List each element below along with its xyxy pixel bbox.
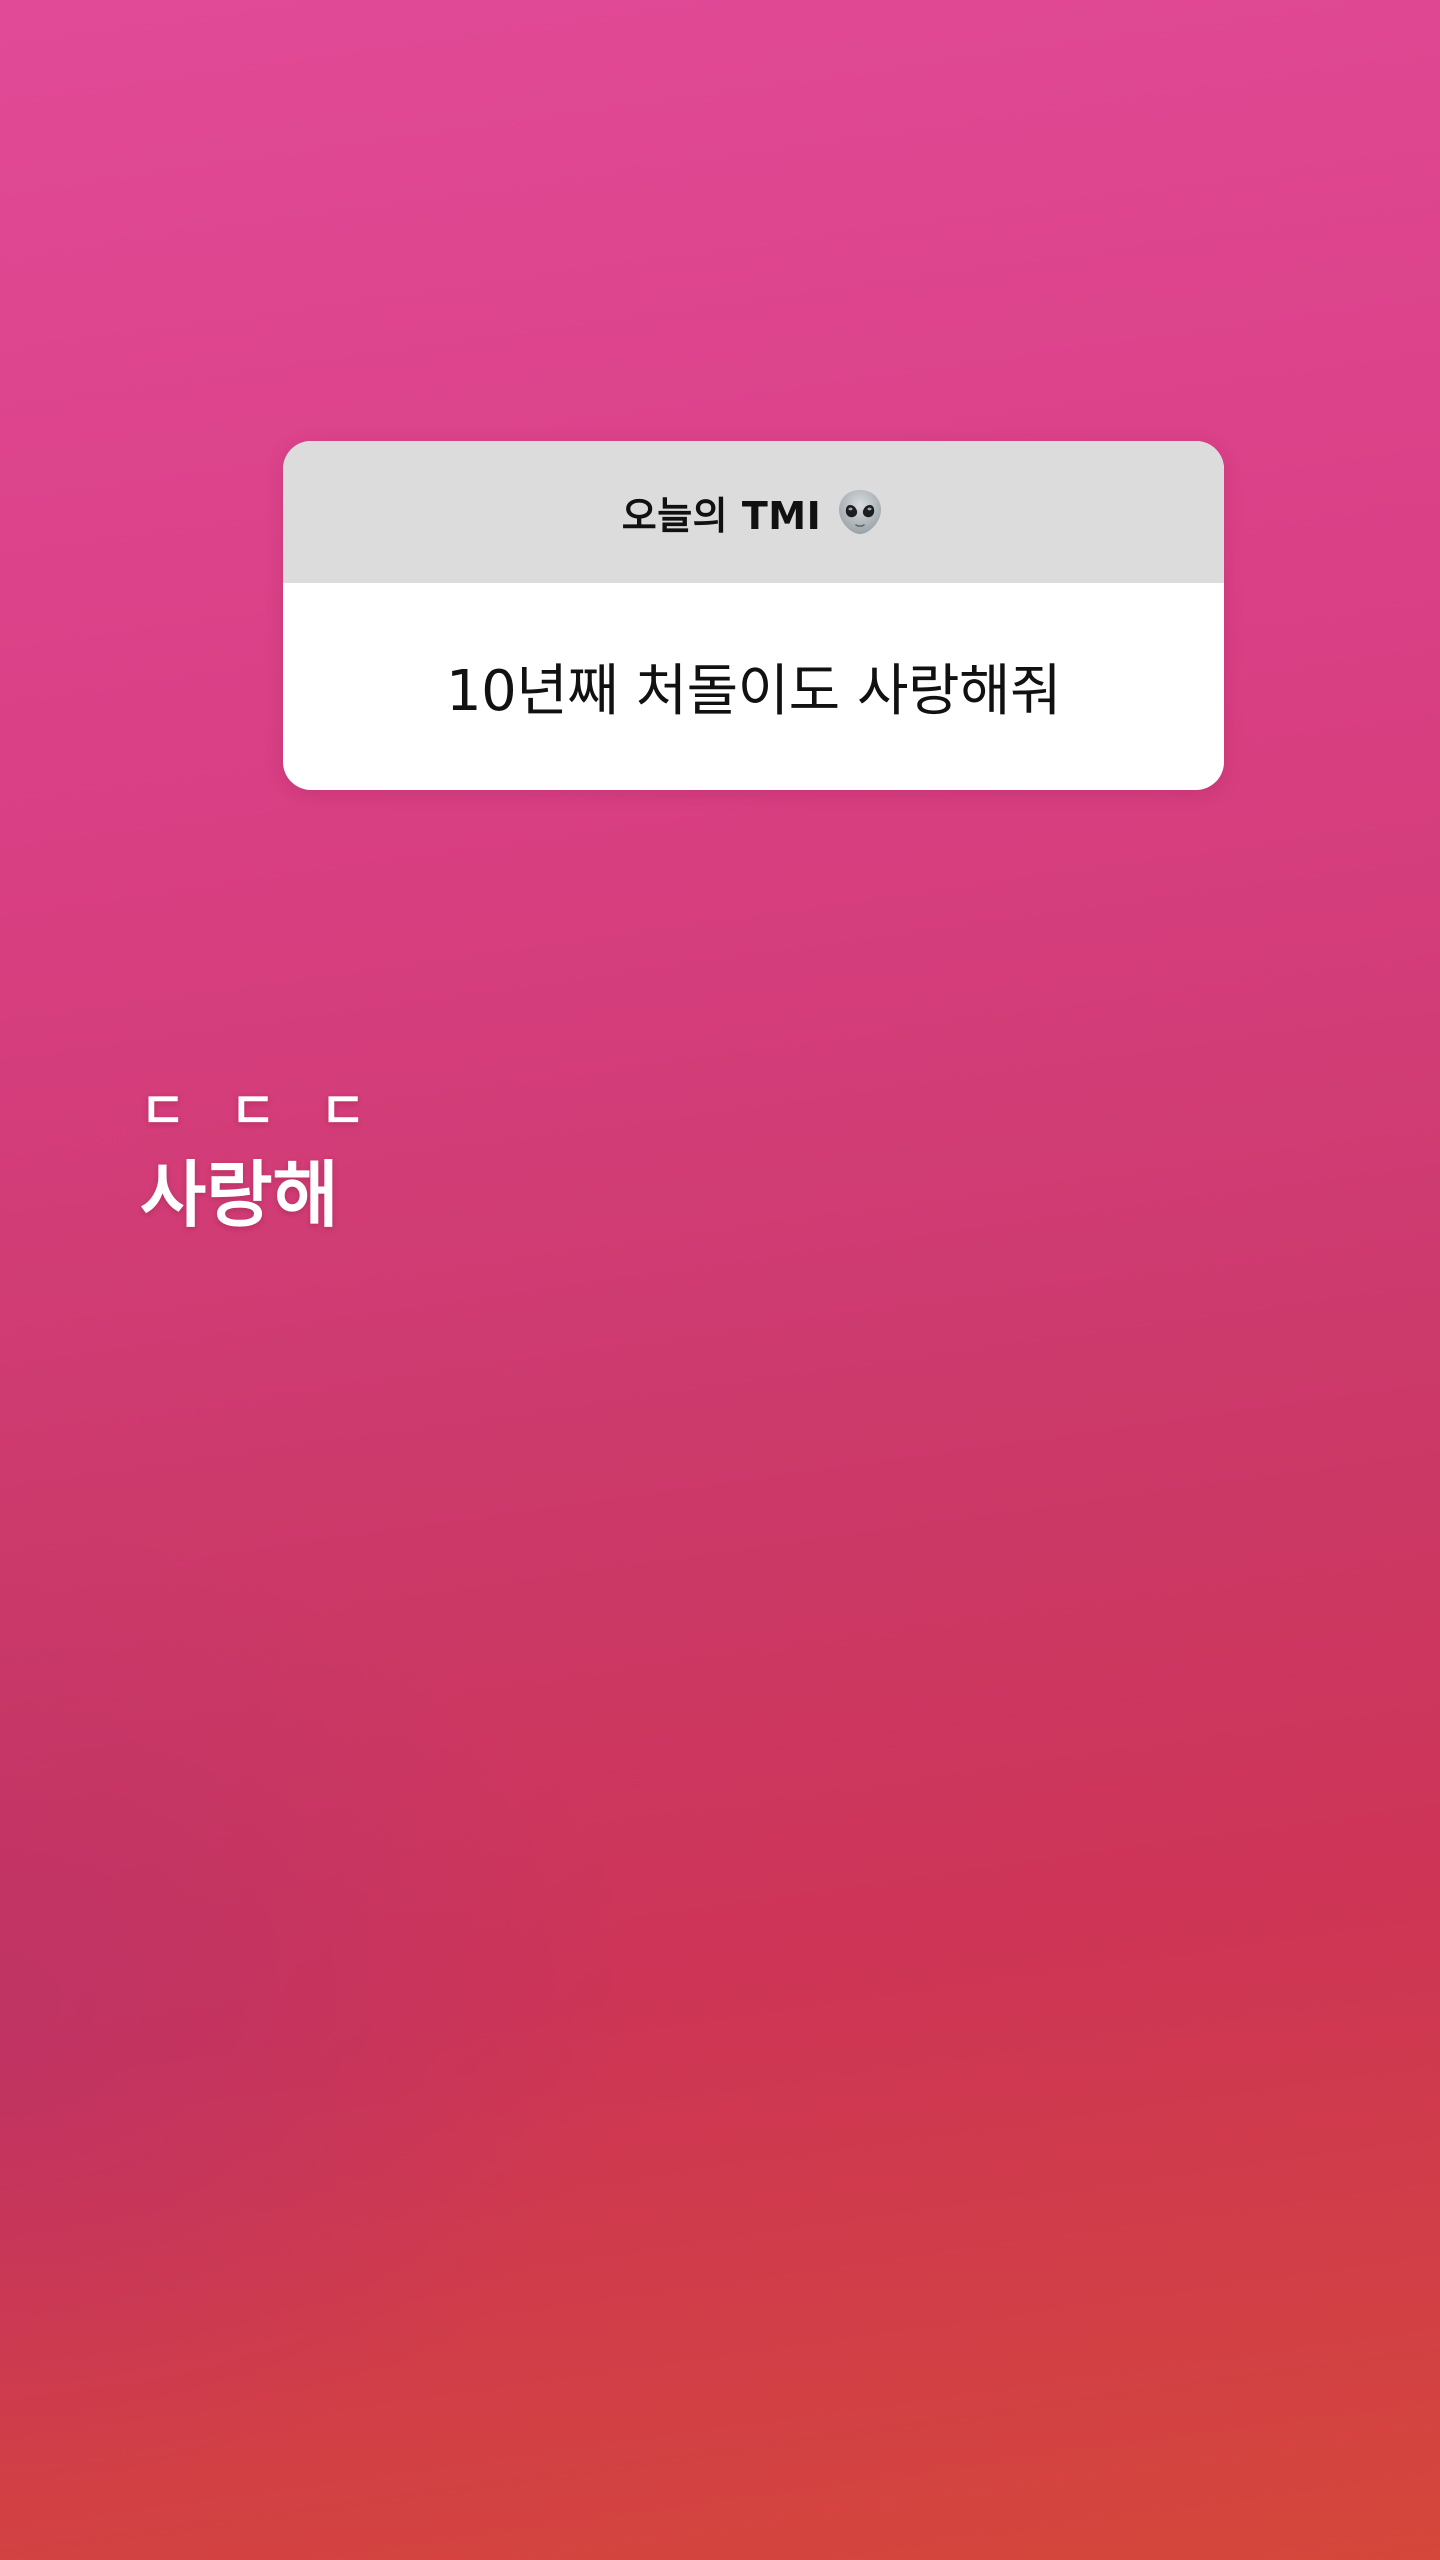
- story-background: [0, 0, 1440, 2560]
- caption-line-2: 사랑해: [140, 1153, 339, 1237]
- answer-body: 10년째 처돌이도 사랑해줘: [283, 583, 1224, 790]
- question-header: 오늘의 TMI: [283, 441, 1224, 583]
- caption-line-1: ㄷㄷㄷ: [140, 1082, 410, 1140]
- question-sticker[interactable]: 오늘의 TMI 10년째 처돌이도 사랑해줘: [283, 441, 1224, 790]
- alien-icon: [835, 487, 885, 537]
- answer-text: 10년째 처돌이도 사랑해줘: [445, 659, 1062, 724]
- question-title: 오늘의 TMI: [621, 493, 822, 538]
- caption-text: ㄷㄷㄷ 사랑해: [140, 1075, 410, 1243]
